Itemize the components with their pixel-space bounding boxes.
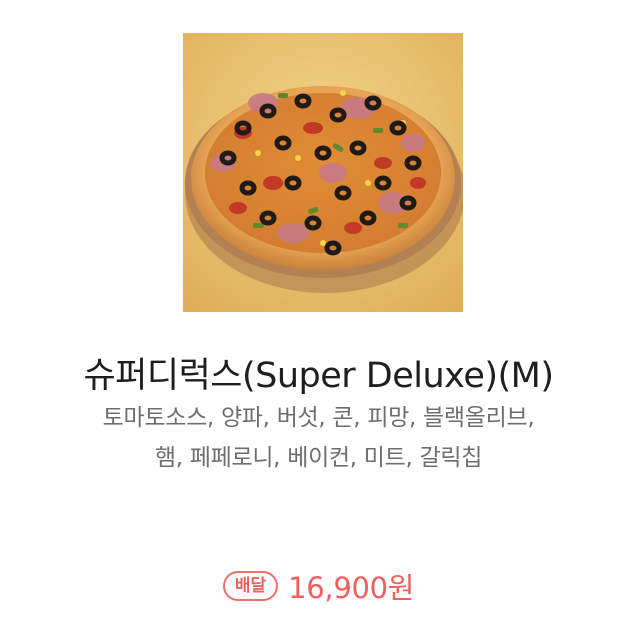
description-line-2: 햄, 페페로니, 베이컨, 미트, 갈릭칩 xyxy=(154,445,483,471)
pizza-image[interactable] xyxy=(183,33,463,312)
product-description: 토마토소스, 양파, 버섯, 콘, 피망, 블랙올리브, 햄, 페페로니, 베이… xyxy=(10,398,627,478)
description-line-1: 토마토소스, 양파, 버섯, 콘, 피망, 블랙올리브, xyxy=(102,405,535,431)
product-title: 슈퍼디럭스(Super Deluxe)(M) xyxy=(83,356,554,396)
product-card[interactable]: 슈퍼디럭스(Super Deluxe)(M) 토마토소스, 양파, 버섯, 콘,… xyxy=(0,0,637,637)
price-row: 배달 16,900원 xyxy=(0,564,637,608)
pizza-illustration xyxy=(183,33,463,312)
delivery-badge: 배달 xyxy=(222,571,279,601)
price: 16,900원 xyxy=(288,571,415,605)
